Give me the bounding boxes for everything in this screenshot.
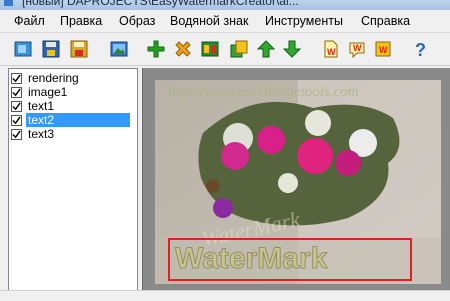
svg-text:W: W: [379, 45, 388, 55]
edit-watermark-icon: W: [349, 42, 365, 59]
save-watermark-button[interactable]: W: [372, 38, 394, 60]
save-project-button[interactable]: [40, 38, 62, 60]
layer-label: text1: [28, 99, 55, 113]
copy-button[interactable]: [228, 38, 250, 60]
add-button[interactable]: [145, 38, 167, 60]
move-up-button[interactable]: [255, 38, 277, 60]
layer-item-text2[interactable]: text2: [11, 113, 130, 127]
layer-checkbox[interactable]: [11, 128, 22, 140]
svg-text:?: ?: [415, 40, 426, 59]
save-watermark-icon: W: [375, 41, 391, 57]
layer-checkbox[interactable]: [11, 72, 22, 84]
open-project-button[interactable]: [12, 38, 34, 60]
layer-item-text3[interactable]: text3: [11, 127, 56, 141]
menu-tools[interactable]: Инструменты: [265, 14, 343, 28]
plus-icon: [147, 40, 165, 58]
checkmark-icon: [12, 129, 21, 138]
copy-icon: [230, 40, 248, 58]
layer-item-rendering[interactable]: rendering: [11, 71, 81, 85]
open-image-button[interactable]: [108, 38, 130, 60]
layer-label: rendering: [28, 71, 79, 85]
open-project-icon: [14, 41, 32, 57]
app-icon: [4, 0, 13, 6]
move-down-button[interactable]: [281, 38, 303, 60]
preview-canvas[interactable]: http://www.easyimagetools.com WaterMark …: [142, 68, 450, 290]
delete-button[interactable]: [172, 38, 194, 60]
save-project-icon: [42, 40, 60, 58]
url-watermark-text: http://www.easyimagetools.com: [168, 84, 359, 100]
window-title: [новый] DAPROJECTS\EasyWatermarkCreator\…: [22, 0, 299, 8]
layer-list[interactable]: rendering image1 text1 text2 text3: [8, 68, 138, 292]
question-mark-icon: ?: [415, 40, 426, 59]
menu-edit[interactable]: Правка: [60, 14, 102, 28]
layer-item-image1[interactable]: image1: [11, 85, 69, 99]
checkmark-icon: [12, 101, 21, 110]
new-watermark-button[interactable]: W: [320, 38, 342, 60]
layer-checkbox[interactable]: [11, 114, 22, 126]
edit-watermark-button[interactable]: W: [346, 38, 368, 60]
delete-icon: [175, 41, 191, 57]
properties-icon: [201, 41, 219, 57]
layer-checkbox[interactable]: [11, 100, 22, 112]
toolbar: W W W ?: [0, 33, 450, 66]
checkmark-icon: [12, 87, 21, 96]
menu-bar: Файл Правка Образ Водяной знак Инструмен…: [0, 10, 450, 33]
checkmark-icon: [12, 115, 21, 124]
arrow-up-icon: [256, 40, 276, 58]
status-strip: [0, 290, 450, 301]
layer-label: text2: [26, 113, 130, 127]
checkmark-icon: [12, 73, 21, 82]
image-icon: [110, 41, 128, 57]
arrow-down-icon: [282, 40, 302, 58]
properties-button[interactable]: [199, 38, 221, 60]
help-button[interactable]: ?: [410, 38, 432, 60]
preview-image: http://www.easyimagetools.com WaterMark …: [155, 80, 441, 284]
save-as-button[interactable]: [68, 38, 90, 60]
layer-label: text3: [28, 127, 55, 141]
save-as-icon: [70, 40, 88, 58]
menu-help[interactable]: Справка: [361, 14, 410, 28]
menu-file[interactable]: Файл: [14, 14, 45, 28]
new-watermark-icon: W: [324, 40, 338, 58]
main-watermark-text: WaterMark: [175, 242, 328, 275]
layer-label: image1: [28, 85, 68, 99]
menu-watermark[interactable]: Водяной знак: [170, 14, 248, 28]
layer-item-text1[interactable]: text1: [11, 99, 56, 113]
svg-text:W: W: [327, 47, 336, 57]
layer-checkbox[interactable]: [11, 86, 22, 98]
menu-image[interactable]: Образ: [119, 14, 155, 28]
svg-text:W: W: [353, 43, 362, 53]
title-bar: [новый] DAPROJECTS\EasyWatermarkCreator\…: [0, 0, 450, 10]
